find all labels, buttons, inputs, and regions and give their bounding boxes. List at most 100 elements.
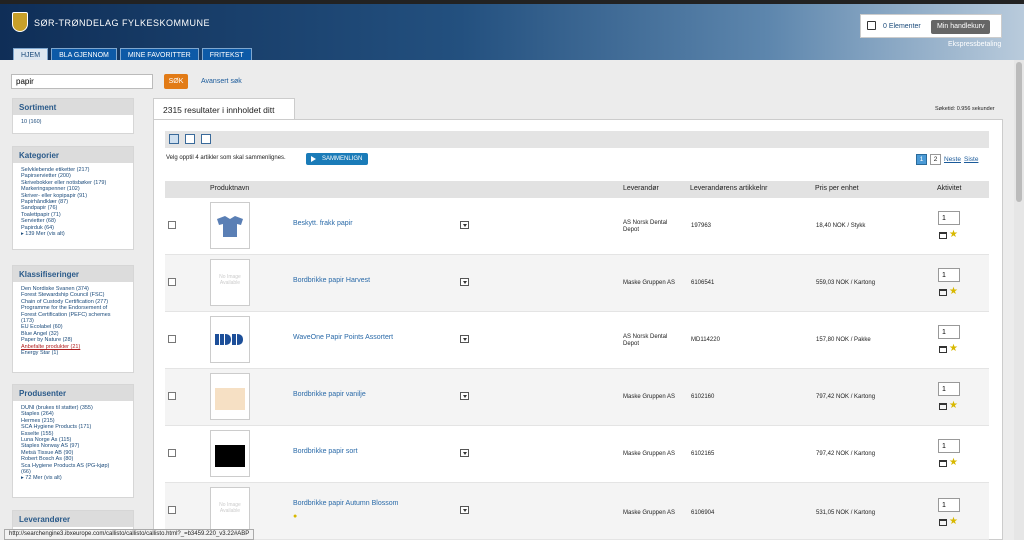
scrollbar-thumb[interactable] <box>1016 62 1022 202</box>
price-unit: Kartong <box>854 280 876 286</box>
product-name-link[interactable]: Bordbrikke papir Harvest <box>293 277 370 284</box>
next-page-link[interactable]: Neste <box>944 156 961 163</box>
price-cell: 157,80 NOK / Pakke <box>816 337 871 344</box>
row-actions: ★ <box>938 401 962 412</box>
categories-more-link[interactable]: ▸ 139 Mer (vis alt) <box>21 231 125 237</box>
compare-checkbox[interactable] <box>168 449 176 457</box>
product-name-link[interactable]: Bordbrikke papir vanilje <box>293 391 366 398</box>
product-name-link[interactable]: Bordbrikke papir Autumn Blossom <box>293 500 398 507</box>
row-menu-dropdown[interactable] <box>460 278 469 286</box>
sortiment-item[interactable]: 10 (160) <box>21 119 125 125</box>
col-article-number[interactable]: Leverandørens artikkelnr <box>690 185 767 192</box>
page-1[interactable]: 1 <box>916 154 927 165</box>
price-cell: 797,42 NOK / Kartong <box>816 451 875 458</box>
grid-view-icon[interactable] <box>201 134 211 144</box>
row-menu-dropdown[interactable] <box>460 221 469 229</box>
product-thumbnail[interactable]: No Image Available <box>210 259 250 306</box>
detail-view-icon[interactable] <box>185 134 195 144</box>
product-thumbnail[interactable]: No Image Available <box>210 487 250 534</box>
compare-checkbox[interactable] <box>168 335 176 343</box>
product-thumbnail[interactable] <box>210 373 250 420</box>
search-input[interactable] <box>11 74 153 89</box>
favorite-star-icon[interactable]: ★ <box>949 517 958 527</box>
favorite-star-icon[interactable]: ★ <box>949 458 958 468</box>
row-actions: ★ <box>938 230 962 241</box>
article-cell: MD114220 <box>691 337 720 343</box>
site-header: SØR-TRØNDELAG FYLKESKOMMUNE HJEM BLA GJE… <box>0 4 1024 62</box>
col-product-name[interactable]: Produktnavn <box>210 185 249 192</box>
price-value: 18,40 NOK / <box>816 223 850 229</box>
quantity-input[interactable] <box>938 211 960 225</box>
price-value: 157,80 NOK / <box>816 337 853 343</box>
table-row: No Image Available Bordbrikke papir Harv… <box>165 255 989 312</box>
classification-item[interactable]: Energy Star (1) <box>21 350 125 356</box>
col-supplier[interactable]: Leverandør <box>623 185 659 192</box>
cart-widget: 0 Elementer Min handlekurv <box>860 14 1002 38</box>
price-unit: Stykk <box>850 223 866 229</box>
cart-count[interactable]: 0 Elementer <box>883 23 921 30</box>
row-menu-dropdown[interactable] <box>460 506 469 514</box>
producers-more-link[interactable]: ▸ 72 Mer (vis alt) <box>21 475 125 481</box>
advanced-search-link[interactable]: Avansert søk <box>201 78 242 85</box>
compare-checkbox[interactable] <box>168 506 176 514</box>
add-to-cart-icon[interactable] <box>939 403 947 410</box>
add-to-cart-icon[interactable] <box>939 346 947 353</box>
favorite-star-icon[interactable]: ★ <box>949 344 958 354</box>
categories-more-label: 139 Mer (vis alt) <box>25 231 65 238</box>
add-to-cart-icon[interactable] <box>939 232 947 239</box>
compare-hint: Velg opptil 4 artikler som skal sammenli… <box>166 155 286 161</box>
quantity-input[interactable] <box>938 325 960 339</box>
results-tab[interactable]: 2315 resultater i innholdet ditt <box>153 98 295 120</box>
last-page-link[interactable]: Siste <box>964 156 978 163</box>
add-to-cart-icon[interactable] <box>939 519 947 526</box>
favorite-star-icon[interactable]: ★ <box>949 230 958 240</box>
supplier-cell: Maske Gruppen AS <box>623 510 676 516</box>
compare-checkbox[interactable] <box>168 278 176 286</box>
row-menu-dropdown[interactable] <box>460 449 469 457</box>
favorite-star-icon[interactable]: ★ <box>949 401 958 411</box>
eco-leaf-icon: ● <box>293 513 298 520</box>
coat-image-icon <box>217 216 243 237</box>
compare-button[interactable]: SAMMENLIGN <box>306 153 369 165</box>
list-view-icon[interactable] <box>169 134 179 144</box>
row-menu-dropdown[interactable] <box>460 335 469 343</box>
row-menu-dropdown[interactable] <box>460 392 469 400</box>
add-to-cart-icon[interactable] <box>939 289 947 296</box>
ndd-logo-icon <box>215 334 243 345</box>
black-swatch <box>215 445 245 467</box>
product-name-link[interactable]: WaveOne Papir Points Assortert <box>293 334 393 341</box>
view-toolbar <box>165 131 989 148</box>
search-button[interactable]: SØK <box>164 74 188 89</box>
product-name-link[interactable]: Bordbrikke papir sort <box>293 448 358 455</box>
product-name-link[interactable]: Beskytt. frakk papir <box>293 220 353 227</box>
quantity-input[interactable] <box>938 268 960 282</box>
quantity-input[interactable] <box>938 439 960 453</box>
compare-checkbox[interactable] <box>168 392 176 400</box>
price-cell: 531,05 NOK / Kartong <box>816 510 875 517</box>
add-to-cart-icon[interactable] <box>939 460 947 467</box>
product-thumbnail[interactable] <box>210 316 250 363</box>
kategorier-title: Kategorier <box>13 147 133 163</box>
favorite-star-icon[interactable]: ★ <box>949 287 958 297</box>
table-row: Bordbrikke papir sort Maske Gruppen AS 6… <box>165 426 989 483</box>
product-thumbnail[interactable] <box>210 430 250 477</box>
article-cell: 6102165 <box>691 451 715 457</box>
compare-checkbox[interactable] <box>168 221 176 229</box>
cart-icon <box>867 21 876 30</box>
page-2[interactable]: 2 <box>930 154 941 165</box>
classification-item[interactable]: Forest Certification (PEFC) schemes <box>21 312 125 318</box>
table-row: WaveOne Papir Points Assortert AS Norsk … <box>165 312 989 369</box>
express-checkout-link[interactable]: Ekspressbetaling <box>948 41 1001 48</box>
my-cart-button[interactable]: Min handlekurv <box>931 20 991 34</box>
quantity-input[interactable] <box>938 498 960 512</box>
sortiment-panel: Sortiment 10 (160) <box>12 98 134 134</box>
vanilla-swatch <box>215 388 245 410</box>
row-actions: ★ <box>938 458 962 469</box>
producers-more-label: 72 Mer (vis alt) <box>25 475 62 482</box>
col-unit-price[interactable]: Pris per enhet <box>815 185 859 192</box>
sortiment-title: Sortiment <box>13 99 133 115</box>
quantity-input[interactable] <box>938 382 960 396</box>
kategorier-panel: Kategorier Selvklebende etiketter (217) … <box>12 146 134 250</box>
price-cell: 18,40 NOK / Stykk <box>816 223 865 230</box>
product-thumbnail[interactable] <box>210 202 250 249</box>
